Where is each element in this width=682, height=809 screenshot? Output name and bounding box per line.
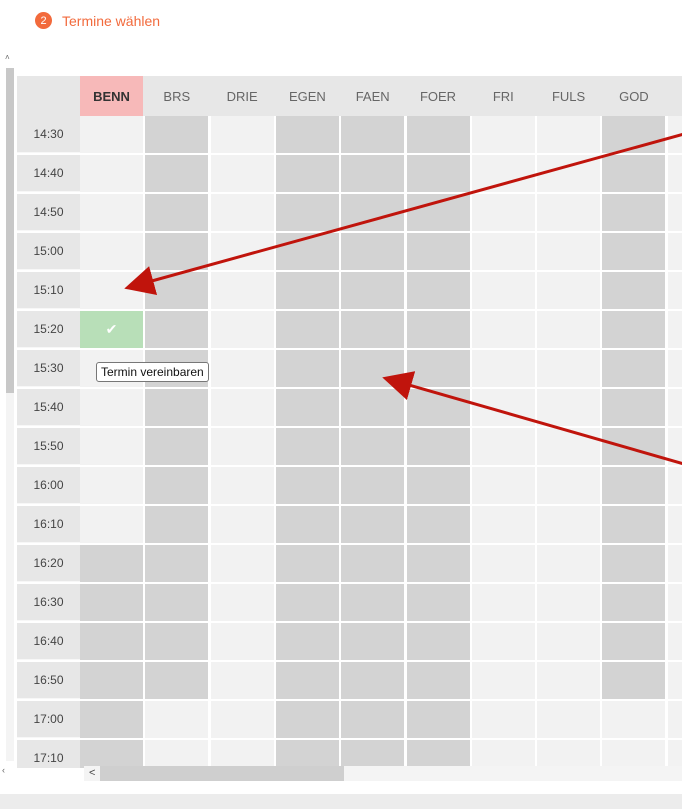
annotation-arrow-to-busy-slot: [382, 371, 682, 465]
annotation-arrows: [124, 132, 682, 465]
annotation-arrow-to-free-slot: [124, 132, 682, 296]
